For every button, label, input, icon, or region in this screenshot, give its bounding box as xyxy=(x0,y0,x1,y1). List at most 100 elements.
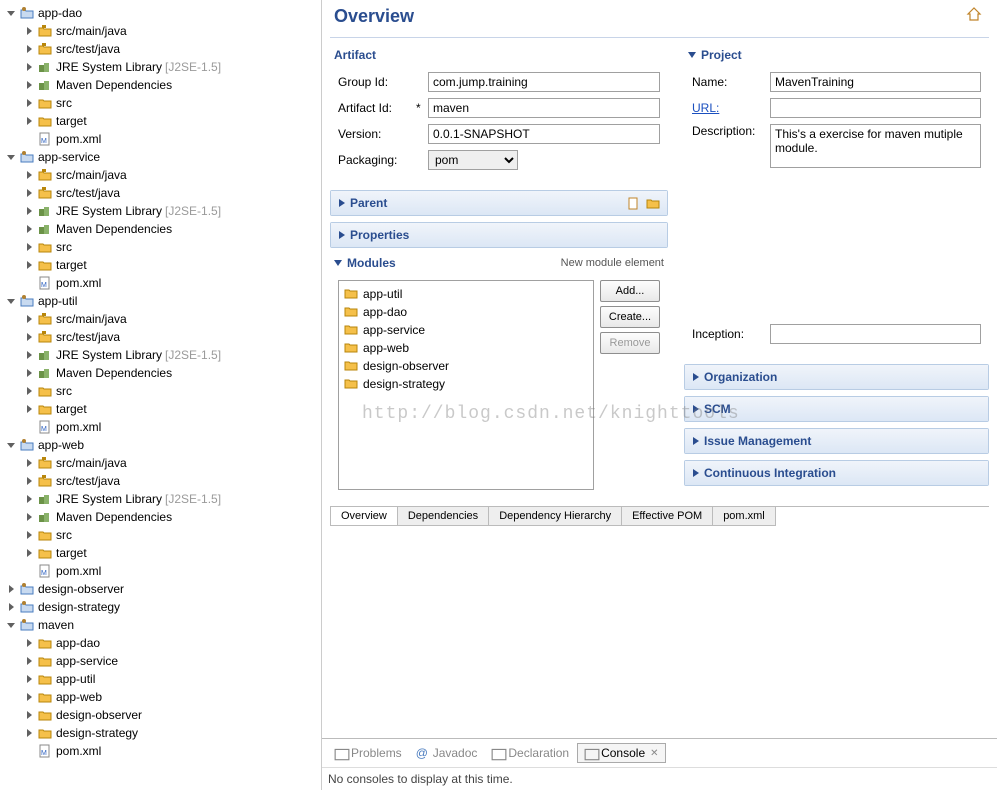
section-header[interactable]: Artifact xyxy=(330,46,668,64)
project-node[interactable]: maven xyxy=(0,616,321,634)
module-item[interactable]: app-service xyxy=(343,321,589,339)
expand-toggle[interactable] xyxy=(24,530,35,541)
tree-item[interactable]: Mpom.xml xyxy=(0,130,321,148)
tree-item[interactable]: app-util xyxy=(0,670,321,688)
tree-item[interactable]: Mpom.xml xyxy=(0,562,321,580)
expand-toggle[interactable] xyxy=(24,62,35,73)
section-header[interactable]: Project xyxy=(684,46,989,64)
expand-toggle[interactable] xyxy=(24,656,35,667)
tree-item[interactable]: src/main/java xyxy=(0,166,321,184)
packaging-select[interactable]: pom xyxy=(428,150,518,170)
expand-toggle[interactable] xyxy=(24,26,35,37)
expand-toggle[interactable] xyxy=(24,44,35,55)
new-module-hint[interactable]: New module element xyxy=(561,257,664,269)
tree-item[interactable]: design-observer xyxy=(0,706,321,724)
tree-item[interactable]: JRE System Library[J2SE-1.5] xyxy=(0,58,321,76)
tree-item[interactable]: Maven Dependencies xyxy=(0,220,321,238)
expand-toggle[interactable] xyxy=(24,710,35,721)
project-node[interactable]: app-dao xyxy=(0,4,321,22)
expand-toggle[interactable] xyxy=(6,584,17,595)
editor-tab-pom.xml[interactable]: pom.xml xyxy=(712,507,776,526)
expand-toggle[interactable] xyxy=(24,224,35,235)
expand-toggle[interactable] xyxy=(24,566,35,577)
tree-item[interactable]: src/test/java xyxy=(0,40,321,58)
section-header[interactable]: Properties xyxy=(331,223,667,247)
module-item[interactable]: app-web xyxy=(343,339,589,357)
groupid-input[interactable] xyxy=(428,72,660,92)
tree-item[interactable]: src xyxy=(0,238,321,256)
project-node[interactable]: design-observer xyxy=(0,580,321,598)
tree-item[interactable]: src xyxy=(0,94,321,112)
expand-toggle[interactable] xyxy=(24,404,35,415)
expand-toggle[interactable] xyxy=(6,296,17,307)
section-header[interactable]: Organization xyxy=(685,365,988,389)
expand-toggle[interactable] xyxy=(24,206,35,217)
add-module-button[interactable]: Add... xyxy=(600,280,660,302)
view-tab-console[interactable]: Console✕ xyxy=(577,743,665,763)
module-item[interactable]: design-observer xyxy=(343,357,589,375)
editor-tab-dependency-hierarchy[interactable]: Dependency Hierarchy xyxy=(488,507,622,526)
expand-toggle[interactable] xyxy=(24,512,35,523)
expand-toggle[interactable] xyxy=(24,548,35,559)
expand-toggle[interactable] xyxy=(24,80,35,91)
tree-item[interactable]: src xyxy=(0,526,321,544)
expand-toggle[interactable] xyxy=(24,242,35,253)
expand-toggle[interactable] xyxy=(6,8,17,19)
tree-item[interactable]: JRE System Library[J2SE-1.5] xyxy=(0,490,321,508)
editor-tab-dependencies[interactable]: Dependencies xyxy=(397,507,489,526)
tree-item[interactable]: src/main/java xyxy=(0,454,321,472)
tree-item[interactable]: target xyxy=(0,256,321,274)
expand-toggle[interactable] xyxy=(6,620,17,631)
tree-item[interactable]: target xyxy=(0,400,321,418)
expand-toggle[interactable] xyxy=(24,476,35,487)
expand-toggle[interactable] xyxy=(24,728,35,739)
expand-toggle[interactable] xyxy=(24,170,35,181)
tree-item[interactable]: Mpom.xml xyxy=(0,274,321,292)
section-header[interactable]: SCM xyxy=(685,397,988,421)
version-input[interactable] xyxy=(428,124,660,144)
expand-toggle[interactable] xyxy=(6,152,17,163)
expand-toggle[interactable] xyxy=(24,368,35,379)
expand-toggle[interactable] xyxy=(6,602,17,613)
project-node[interactable]: design-strategy xyxy=(0,598,321,616)
section-header[interactable]: Parent xyxy=(331,191,667,215)
expand-toggle[interactable] xyxy=(24,386,35,397)
remove-module-button[interactable]: Remove xyxy=(600,332,660,354)
tree-item[interactable]: Mpom.xml xyxy=(0,742,321,760)
expand-toggle[interactable] xyxy=(24,674,35,685)
expand-toggle[interactable] xyxy=(24,458,35,469)
expand-toggle[interactable] xyxy=(24,314,35,325)
tree-item[interactable]: design-strategy xyxy=(0,724,321,742)
tree-item[interactable]: src/test/java xyxy=(0,328,321,346)
expand-toggle[interactable] xyxy=(24,188,35,199)
tree-item[interactable]: target xyxy=(0,544,321,562)
expand-toggle[interactable] xyxy=(24,350,35,361)
section-header[interactable]: Modules New module element xyxy=(330,254,668,272)
tree-item[interactable]: Maven Dependencies xyxy=(0,508,321,526)
tree-item[interactable]: src/test/java xyxy=(0,184,321,202)
modules-list[interactable]: app-utilapp-daoapp-serviceapp-webdesign-… xyxy=(338,280,594,490)
project-node[interactable]: app-util xyxy=(0,292,321,310)
tree-item[interactable]: Mpom.xml xyxy=(0,418,321,436)
create-module-button[interactable]: Create... xyxy=(600,306,660,328)
expand-toggle[interactable] xyxy=(24,494,35,505)
tree-item[interactable]: src/main/java xyxy=(0,310,321,328)
section-header[interactable]: Continuous Integration xyxy=(685,461,988,485)
tree-item[interactable]: src xyxy=(0,382,321,400)
package-explorer[interactable]: app-daosrc/main/javasrc/test/javaJRE Sys… xyxy=(0,0,322,790)
tree-item[interactable]: JRE System Library[J2SE-1.5] xyxy=(0,346,321,364)
expand-toggle[interactable] xyxy=(24,638,35,649)
expand-toggle[interactable] xyxy=(24,692,35,703)
project-node[interactable]: app-service xyxy=(0,148,321,166)
view-tab-declaration[interactable]: Declaration xyxy=(485,744,575,762)
section-header[interactable]: Issue Management xyxy=(685,429,988,453)
tree-item[interactable]: Maven Dependencies xyxy=(0,364,321,382)
project-node[interactable]: app-web xyxy=(0,436,321,454)
tree-item[interactable]: app-web xyxy=(0,688,321,706)
expand-toggle[interactable] xyxy=(24,116,35,127)
file-icon[interactable] xyxy=(626,196,640,210)
project-name-input[interactable] xyxy=(770,72,981,92)
url-label[interactable]: URL: xyxy=(692,101,770,115)
expand-toggle[interactable] xyxy=(24,746,35,757)
module-item[interactable]: app-util xyxy=(343,285,589,303)
